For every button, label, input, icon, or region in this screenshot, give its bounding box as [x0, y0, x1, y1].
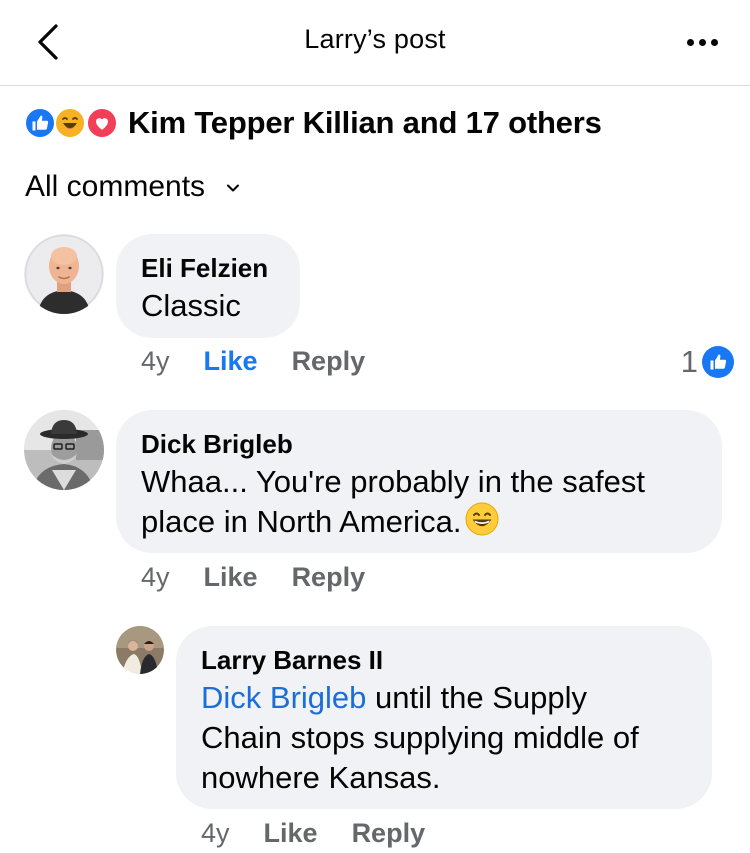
avatar[interactable] [24, 234, 104, 314]
mention-link[interactable]: Dick Brigleb [201, 680, 366, 715]
comment-text: Dick Brigleb until the Supply Chain stop… [201, 678, 686, 798]
comment-reaction-count[interactable]: 1 [681, 344, 734, 380]
like-button[interactable]: Like [204, 346, 258, 377]
comment-timestamp[interactable]: 4y [141, 562, 170, 593]
grinning-face-emoji-icon [465, 502, 499, 536]
more-options-button[interactable] [680, 24, 724, 60]
avatar[interactable] [116, 626, 164, 674]
comment-author[interactable]: Dick Brigleb [141, 428, 696, 460]
comment-bubble: Larry Barnes II Dick Brigleb until the S… [176, 626, 712, 809]
page-title: Larry’s post [304, 24, 446, 54]
comment-text: Whaa... You're probably in the safest pl… [141, 462, 696, 542]
comment-text: Classic [141, 288, 241, 323]
comment-bubble: Dick Brigleb Whaa... You're probably in … [116, 410, 722, 553]
like-button[interactable]: Like [204, 562, 258, 593]
comment-author[interactable]: Larry Barnes II [201, 644, 686, 676]
more-dots-icon [686, 38, 694, 46]
comment-timestamp[interactable]: 4y [141, 346, 170, 377]
comment-actions: 4y Like Reply [141, 346, 365, 377]
love-reaction-icon [86, 107, 118, 139]
comment-actions: 4y Like Reply [141, 562, 365, 593]
like-button[interactable]: Like [264, 818, 318, 849]
comment-text-line: until the Supply [366, 680, 587, 715]
like-reaction-icon [24, 107, 56, 139]
comment-filter-label: All comments [25, 170, 206, 203]
avatar-image [116, 626, 164, 674]
comment-actions: 4y Like Reply [201, 818, 425, 849]
comment-text-line: place in North America. [141, 504, 462, 539]
reactions-summary[interactable]: Kim Tepper Killian and 17 others [24, 100, 602, 146]
comment-text-line: Chain stops supplying middle of [201, 720, 639, 755]
avatar[interactable] [24, 410, 104, 490]
chevron-down-icon [227, 184, 240, 192]
reply-button[interactable]: Reply [292, 562, 366, 593]
like-reaction-icon [702, 346, 734, 378]
like-count-value: 1 [680, 344, 698, 379]
reply-button[interactable]: Reply [352, 818, 426, 849]
comment-text-line: nowhere Kansas. [201, 760, 441, 795]
avatar-image [24, 410, 104, 490]
comment-author[interactable]: Eli Felzien [141, 252, 274, 284]
comment-filter-dropdown[interactable]: All comments [25, 170, 240, 204]
top-bar: Larry’s post [0, 0, 750, 86]
comment-text-line: Whaa... You're probably in the safest [141, 464, 645, 499]
reactions-summary-text[interactable]: Kim Tepper Killian and 17 others [128, 105, 602, 141]
comment-bubble: Eli Felzien Classic [116, 234, 300, 338]
comment-timestamp[interactable]: 4y [201, 818, 230, 849]
haha-reaction-icon [54, 107, 86, 139]
avatar-image [24, 234, 104, 314]
reaction-icons [24, 105, 124, 141]
reply-button[interactable]: Reply [292, 346, 366, 377]
